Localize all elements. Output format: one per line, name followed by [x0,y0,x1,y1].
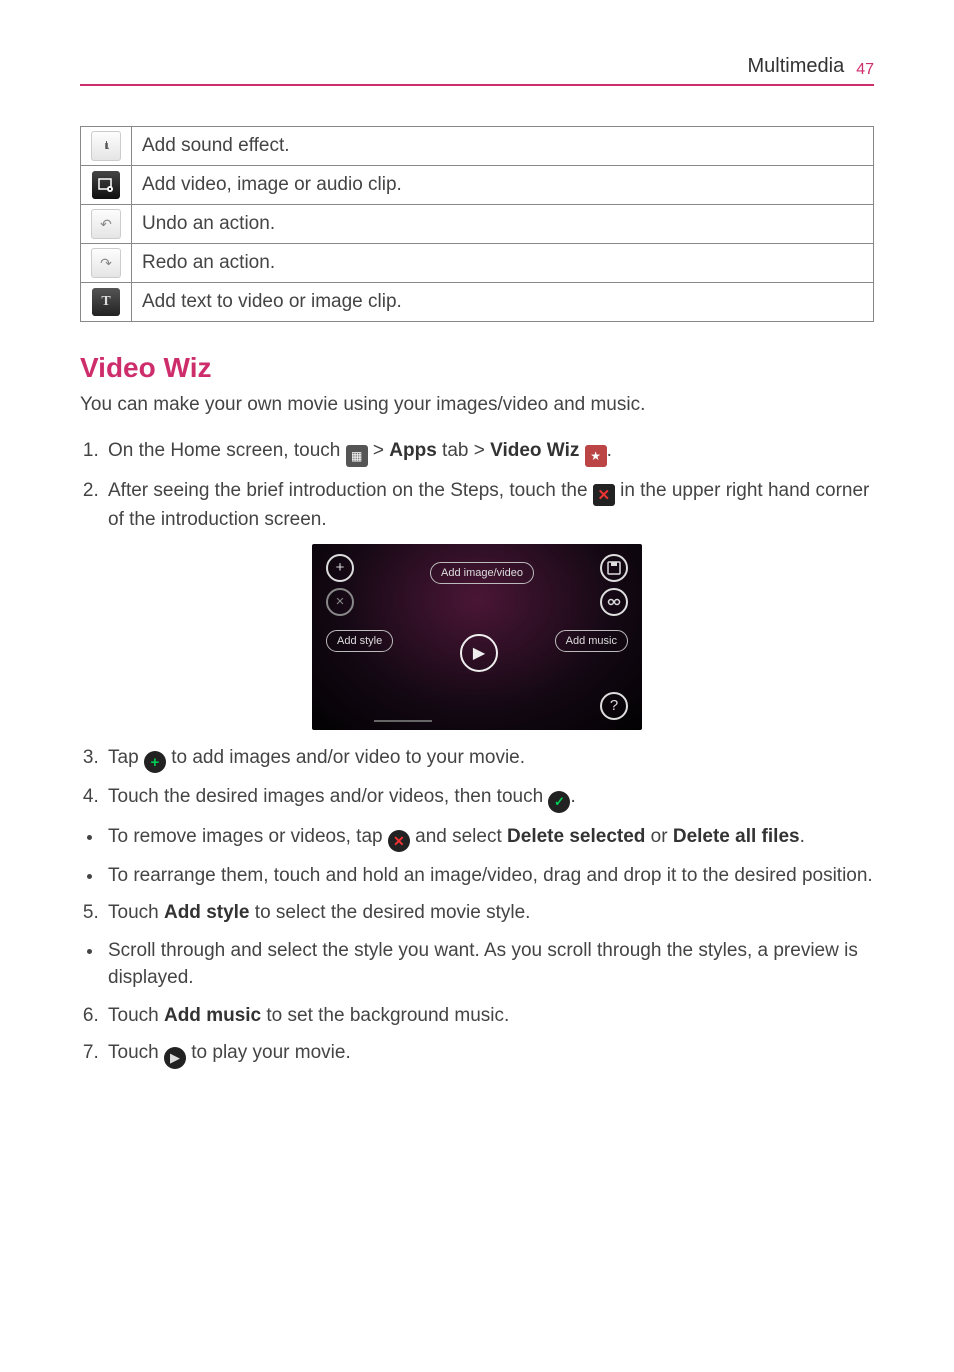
ss-delete-icon: × [326,588,354,616]
text: . [800,826,805,847]
ss-add-music-label: Add music [555,630,628,652]
section-heading: Video Wiz [80,352,874,384]
checkmark-icon: ✓ [548,791,570,813]
page-header: Multimedia 47 [80,55,874,86]
section-name: Multimedia [748,55,845,78]
ss-help-icon: ? [600,692,628,720]
sound-effect-icon: ılı. [91,131,121,161]
text: to set the background music. [261,1005,509,1026]
table-cell-text: Redo an action. [132,244,874,283]
add-music-label: Add music [164,1005,261,1026]
ss-save-icon [600,554,628,582]
ss-play-icon: ▶ [460,634,498,672]
table-row: ↷ Redo an action. [81,244,874,283]
step-7: Touch ▶ to play your movie. [104,1039,874,1069]
add-clip-icon [92,171,120,199]
text: To remove images or videos, tap [108,826,388,847]
text: Tap [108,747,144,768]
video-wiz-screenshot: + × ? Add image/video Add style Add musi… [312,544,642,730]
text: to play your movie. [186,1042,351,1063]
text: . [607,440,612,461]
text: Touch [108,1005,164,1026]
ss-edit-icon [600,588,628,616]
ss-add-style-label: Add style [326,630,393,652]
page-number: 47 [856,61,874,79]
undo-icon: ↶ [91,209,121,239]
text: and select [410,826,507,847]
ss-progress-bar [374,720,432,722]
text: After seeing the brief introduction on t… [108,480,593,501]
add-plus-icon: + [144,751,166,773]
step-1: On the Home screen, touch ▦ > Apps tab >… [104,437,874,467]
step-3: Tap + to add images and/or video to your… [104,744,874,774]
video-wiz-icon: ★ [585,445,607,467]
video-wiz-label: Video Wiz [490,440,579,461]
step-4: Touch the desired images and/or videos, … [104,783,874,813]
step-6: Touch Add music to set the background mu… [104,1002,874,1030]
step-5: Touch Add style to select the desired mo… [104,899,874,927]
table-cell-text: Add text to video or image clip. [132,283,874,322]
redo-icon: ↷ [91,248,121,278]
text [579,440,584,461]
table-row: T Add text to video or image clip. [81,283,874,322]
ss-add-icon: + [326,554,354,582]
table-cell-text: Add sound effect. [132,127,874,166]
step-2: After seeing the brief introduction on t… [104,477,874,534]
intro-paragraph: You can make your own movie using your i… [80,392,874,419]
text: On the Home screen, touch [108,440,346,461]
table-row: Add video, image or audio clip. [81,166,874,205]
apps-grid-icon: ▦ [346,445,368,467]
text: or [645,826,672,847]
icon-legend-table: ılı. Add sound effect. Add video, image … [80,126,874,322]
text: Touch [108,1042,164,1063]
table-cell-text: Undo an action. [132,205,874,244]
play-icon: ▶ [164,1047,186,1069]
text: Touch [108,902,164,923]
delete-selected-label: Delete selected [507,826,645,847]
table-row: ılı. Add sound effect. [81,127,874,166]
text: Touch the desired images and/or videos, … [108,786,548,807]
bullet-scroll-style: Scroll through and select the style you … [104,937,874,992]
bullet-remove: To remove images or videos, tap ✕ and se… [104,823,874,852]
bullet-rearrange: To rearrange them, touch and hold an ima… [104,862,874,890]
apps-label: Apps [389,440,437,461]
table-row: ↶ Undo an action. [81,205,874,244]
table-cell-text: Add video, image or audio clip. [132,166,874,205]
ss-add-image-video-label: Add image/video [430,562,534,584]
close-x-icon: ✕ [593,484,615,506]
add-text-icon: T [92,288,120,316]
delete-all-files-label: Delete all files [673,826,800,847]
text: . [570,786,575,807]
text: tab > [437,440,490,461]
delete-x-icon: ✕ [388,830,410,852]
add-style-label: Add style [164,902,250,923]
text: to add images and/or video to your movie… [166,747,525,768]
text: to select the desired movie style. [250,902,531,923]
text: > [368,440,390,461]
